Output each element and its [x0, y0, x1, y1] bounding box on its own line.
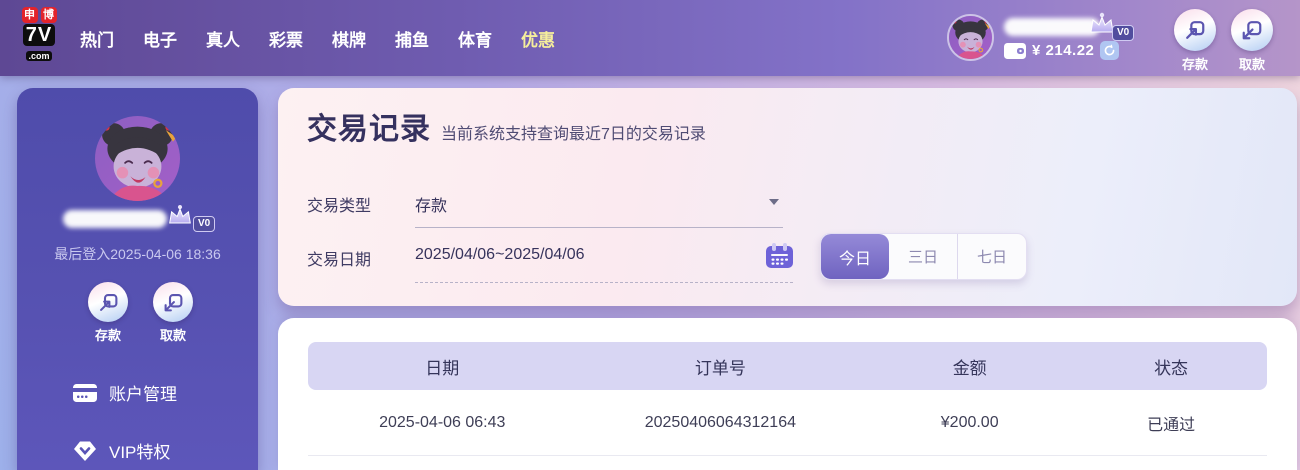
tab-7days[interactable]: 七日 [957, 234, 1026, 279]
refresh-icon [1103, 44, 1116, 57]
nav-item-fishing[interactable]: 捕鱼 [395, 26, 429, 51]
sidebar-withdraw-button[interactable]: 取款 [150, 282, 196, 344]
transaction-type-select[interactable]: 存款 [415, 181, 783, 228]
tab-3days[interactable]: 三日 [889, 234, 957, 279]
deposit-label: 存款 [1172, 54, 1218, 73]
nav-item-sports[interactable]: 体育 [458, 26, 492, 51]
vip-level-badge: V0 [193, 216, 215, 232]
user-avatar[interactable] [947, 14, 994, 61]
cell-amount: ¥200.00 [864, 414, 1075, 432]
date-range-value: 2025/04/06~2025/04/06 [415, 246, 585, 264]
sidebar: V0 最后登入2025-04-06 18:36 存款 取款 账户管理 VIP特权 [17, 88, 258, 470]
transaction-filter-card: 交易记录 当前系统支持查询最近7日的交易记录 交易类型 存款 交易日期 2025… [278, 88, 1297, 306]
withdraw-icon [1241, 19, 1263, 41]
col-header-amount: 金额 [864, 354, 1075, 379]
deposit-icon [1184, 19, 1206, 41]
cell-order: 20250406064312164 [577, 414, 865, 432]
deposit-button[interactable]: 存款 [1172, 9, 1218, 73]
withdraw-icon [163, 292, 184, 313]
col-header-order: 订单号 [577, 354, 865, 379]
brand-suffix: .com [26, 51, 51, 61]
balance-amount: ¥ 214.22 [1032, 42, 1094, 59]
nav-item-slots[interactable]: 电子 [143, 26, 177, 51]
balance-row: ¥ 214.22 [1004, 41, 1119, 60]
page: 申 博 7V .com 热门 电子 真人 彩票 棋牌 捕鱼 体育 优惠 V0 ¥… [0, 0, 1300, 470]
table-header-row: 日期 订单号 金额 状态 [308, 342, 1267, 390]
page-subtitle: 当前系统支持查询最近7日的交易记录 [441, 120, 706, 144]
username-redacted [63, 210, 167, 228]
wallet-icon [1004, 43, 1026, 59]
vip-level-badge: V0 [1112, 25, 1134, 41]
withdraw-label: 取款 [1229, 54, 1275, 73]
sidebar-item-vip[interactable]: VIP特权 [73, 438, 170, 463]
cell-date: 2025-04-06 06:43 [308, 414, 577, 432]
date-quick-tabs: 今日 三日 七日 [820, 233, 1027, 280]
nav-item-hot[interactable]: 热门 [80, 26, 114, 51]
nav-item-cards[interactable]: 棋牌 [332, 26, 366, 51]
brand-logo[interactable]: 申 博 7V .com [14, 7, 64, 64]
nav-item-promo[interactable]: 优惠 [521, 26, 555, 51]
refresh-balance-button[interactable] [1100, 41, 1119, 60]
main-nav: 热门 电子 真人 彩票 棋牌 捕鱼 体育 优惠 [80, 0, 555, 76]
col-header-status: 状态 [1075, 354, 1267, 379]
last-login-text: 最后登入2025-04-06 18:36 [17, 244, 258, 264]
page-title: 交易记录 [307, 104, 431, 148]
sidebar-item-label: VIP特权 [109, 438, 170, 463]
tab-today[interactable]: 今日 [821, 234, 889, 279]
title-row: 交易记录 当前系统支持查询最近7日的交易记录 [307, 104, 706, 148]
withdraw-button[interactable]: 取款 [1229, 9, 1275, 73]
deposit-label: 存款 [85, 325, 131, 344]
table-row: 2025-04-06 06:43 20250406064312164 ¥200.… [308, 390, 1267, 456]
transaction-table-card: 日期 订单号 金额 状态 2025-04-06 06:43 2025040606… [278, 318, 1297, 470]
withdraw-label: 取款 [150, 325, 196, 344]
vip-crown-icon [165, 204, 195, 227]
calendar-icon[interactable] [766, 243, 793, 268]
filter-date-label: 交易日期 [307, 246, 371, 270]
nav-item-live[interactable]: 真人 [206, 26, 240, 51]
deposit-icon [98, 292, 119, 313]
vip-gem-icon [73, 440, 97, 462]
cell-status: 已通过 [1075, 411, 1267, 435]
sidebar-item-account[interactable]: 账户管理 [73, 380, 177, 405]
sidebar-avatar[interactable] [95, 116, 180, 201]
sidebar-deposit-button[interactable]: 存款 [85, 282, 131, 344]
filter-type-label: 交易类型 [307, 192, 371, 216]
date-range-input[interactable]: 2025/04/06~2025/04/06 [415, 235, 793, 283]
brand-char-1: 申 [22, 7, 38, 23]
sidebar-item-label: 账户管理 [109, 380, 177, 405]
brand-logo-cn: 申 博 [14, 7, 64, 23]
brand-char-2: 博 [41, 7, 57, 23]
bank-card-icon [73, 384, 97, 402]
col-header-date: 日期 [308, 354, 577, 379]
nav-item-lottery[interactable]: 彩票 [269, 26, 303, 51]
brand-main: 7V [23, 24, 55, 46]
sidebar-user-row: V0 [17, 208, 258, 234]
chevron-down-icon [769, 199, 779, 205]
top-navbar: 申 博 7V .com 热门 电子 真人 彩票 棋牌 捕鱼 体育 优惠 V0 ¥… [0, 0, 1300, 76]
transaction-type-value: 存款 [415, 192, 447, 216]
